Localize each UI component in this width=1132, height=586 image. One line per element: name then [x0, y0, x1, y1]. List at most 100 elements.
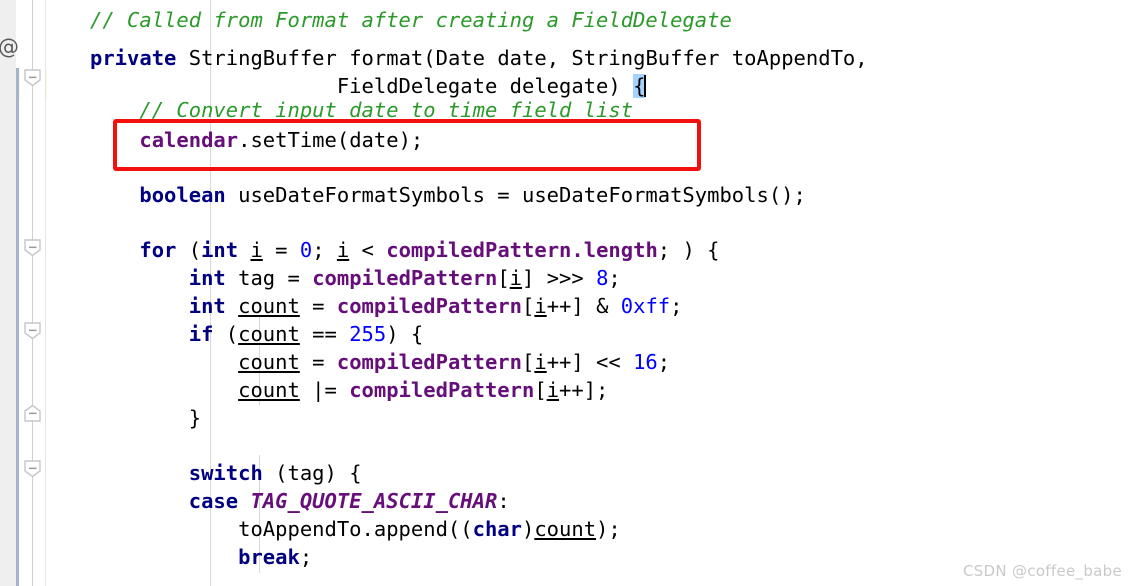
- code-token: ;: [608, 266, 621, 290]
- code-token: boolean: [139, 183, 226, 207]
- code-token: int: [188, 266, 226, 290]
- source-code[interactable]: // Called from Format after creating a F…: [47, 0, 1132, 586]
- code-token: 8: [596, 266, 609, 290]
- code-token: tag =: [225, 266, 313, 290]
- code-token: toAppendTo.append((: [90, 517, 473, 541]
- code-token: // Called from Format after creating a F…: [90, 8, 732, 32]
- code-token: int: [188, 294, 226, 318]
- code-line[interactable]: for (int i = 0; i < compiledPattern.leng…: [90, 236, 720, 264]
- code-token: <: [349, 238, 387, 262]
- code-token: format(: [336, 46, 436, 70]
- code-line[interactable]: case TAG_QUOTE_ASCII_CHAR:: [90, 487, 510, 515]
- code-token: [: [534, 378, 547, 402]
- code-line[interactable]: break;: [90, 543, 312, 571]
- code-token: [: [522, 350, 535, 374]
- code-token: :: [497, 489, 510, 513]
- fold-region-line: [32, 0, 33, 586]
- code-line[interactable]: if (count == 255) {: [90, 320, 424, 348]
- code-token: .setTime(date);: [238, 128, 424, 152]
- code-line[interactable]: count |= compiledPattern[i++];: [90, 376, 608, 404]
- code-line[interactable]: switch (tag) {: [90, 459, 362, 487]
- code-token: TAG_QUOTE_ASCII_CHAR: [250, 489, 498, 513]
- code-token: compiledPattern: [336, 350, 522, 374]
- code-token: );: [596, 517, 621, 541]
- code-token: count: [534, 517, 597, 541]
- code-token: ;: [312, 238, 337, 262]
- code-line[interactable]: count = compiledPattern[i++] << 16;: [90, 348, 670, 376]
- code-line[interactable]: // Called from Format after creating a F…: [90, 6, 732, 34]
- code-token: ++] <<: [546, 350, 634, 374]
- code-token: (: [213, 322, 239, 346]
- change-marker-stripe[interactable]: [16, 68, 19, 586]
- code-line[interactable]: private StringBuffer format(Date date, S…: [90, 44, 868, 72]
- code-token: [: [522, 294, 535, 318]
- text-caret: [644, 75, 647, 97]
- code-token: compiledPattern: [312, 266, 498, 290]
- fold-marker-collapse[interactable]: [23, 238, 42, 257]
- code-token: =: [299, 350, 337, 374]
- code-token: count: [238, 350, 300, 374]
- code-token: ++];: [559, 378, 609, 402]
- editor-text-area[interactable]: // Called from Format after creating a F…: [47, 0, 1132, 586]
- code-line[interactable]: calendar.setTime(date);: [90, 126, 423, 154]
- code-token: date,: [484, 46, 572, 70]
- code-token: 0xff: [620, 294, 671, 318]
- code-token: =: [299, 294, 337, 318]
- code-token: useDateFormatSymbols = useDateFormatSymb…: [225, 183, 806, 207]
- code-token: ] >>>: [522, 266, 597, 290]
- code-token: ): [521, 517, 535, 541]
- code-token: count: [238, 294, 300, 318]
- fold-marker-collapse[interactable]: [23, 459, 42, 478]
- code-token: ;: [670, 294, 683, 318]
- code-token: compiledPattern: [336, 294, 523, 318]
- code-token: count: [238, 378, 300, 402]
- code-token: StringBuffer: [188, 46, 337, 70]
- code-token: i: [534, 350, 547, 374]
- code-token: (tag) {: [262, 461, 362, 485]
- code-token: ;: [657, 350, 671, 374]
- code-line[interactable]: boolean useDateFormatSymbols = useDateFo…: [90, 181, 806, 209]
- code-token: i: [336, 238, 350, 262]
- code-line[interactable]: int count = compiledPattern[i++] & 0xff;: [90, 292, 683, 320]
- code-token: break: [238, 545, 300, 569]
- annotation-at-icon[interactable]: @: [0, 36, 19, 58]
- fold-marker-collapse[interactable]: [23, 68, 42, 87]
- code-token: if: [188, 322, 214, 346]
- fold-marker-collapse[interactable]: [23, 404, 42, 423]
- code-token: 0: [299, 238, 313, 262]
- code-token: calendar: [139, 128, 239, 152]
- code-token: ; ) {: [657, 238, 720, 262]
- editor-gutter[interactable]: @: [0, 0, 19, 586]
- code-token: char: [472, 517, 522, 541]
- code-token: .length: [571, 238, 658, 262]
- watermark-text: CSDN @coffee_babe: [962, 562, 1122, 580]
- code-token: |=: [299, 378, 350, 402]
- code-editor-window: @ // Called from Format after creating a…: [0, 0, 1132, 586]
- code-token: case: [188, 489, 239, 513]
- code-line[interactable]: toAppendTo.append((char)count);: [90, 515, 621, 543]
- code-token: int: [201, 238, 239, 262]
- code-token: compiledPattern: [386, 238, 572, 262]
- code-token: i: [250, 238, 263, 262]
- code-token: for: [139, 238, 177, 262]
- fold-marker-collapse[interactable]: [23, 321, 42, 340]
- code-line[interactable]: // Convert input date to time field list: [90, 96, 633, 124]
- code-token: [: [497, 266, 510, 290]
- code-token: ++] &: [546, 294, 621, 318]
- code-line[interactable]: int tag = compiledPattern[i] >>> 8;: [90, 264, 621, 292]
- code-token: FieldDelegate delegate): [90, 74, 634, 98]
- code-folding-gutter[interactable]: [20, 0, 46, 586]
- code-line[interactable]: }: [90, 404, 201, 432]
